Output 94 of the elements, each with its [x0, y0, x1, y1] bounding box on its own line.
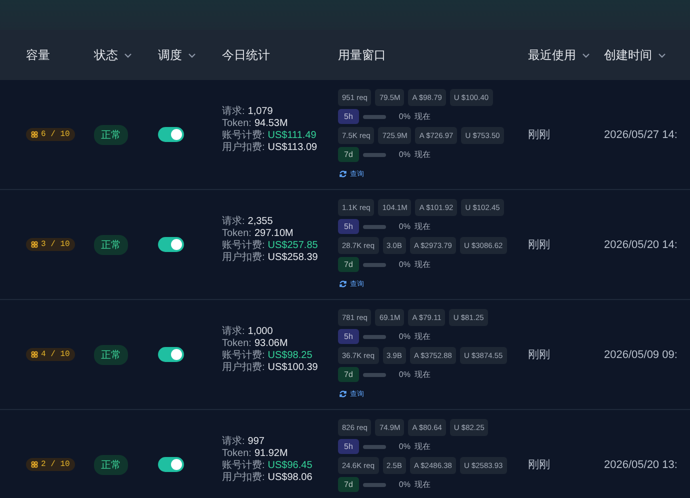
stat-value: 297.10M — [254, 228, 294, 239]
created-time: 2026/05/09 09: — [604, 348, 678, 360]
last-used: 刚刚 — [528, 458, 550, 472]
grid-icon — [31, 351, 38, 358]
grid-icon — [31, 131, 38, 138]
refresh-icon — [339, 280, 347, 288]
reset-time: 现在 — [414, 259, 430, 270]
stat-label: 账号计费: — [222, 240, 265, 251]
stat-value: 94.53M — [254, 118, 288, 129]
usage-percent: 0% — [398, 442, 410, 451]
chevron-down-icon — [188, 52, 196, 58]
window-badge: 7d — [338, 147, 359, 162]
capacity-badge: 2 / 10 — [26, 458, 75, 471]
capacity-badge: 4 / 10 — [26, 348, 75, 361]
usage-percent: 0% — [398, 150, 410, 159]
status-badge: 正常 — [94, 454, 128, 474]
window-badge: 7d — [338, 367, 359, 382]
stat-label: 账号计费: — [222, 130, 265, 141]
stat-label: 请求: — [222, 106, 245, 117]
grid-icon — [31, 461, 38, 468]
stat-value: 997 — [248, 436, 264, 447]
chevron-down-icon — [582, 52, 590, 58]
stat-value: 2,355 — [248, 216, 273, 227]
stat-value: US$113.09 — [268, 142, 318, 153]
column-header: 容量 — [26, 46, 50, 64]
column-header: 今日统计 — [222, 46, 270, 64]
stat-label: 用户扣费: — [222, 252, 265, 263]
chevron-down-icon — [658, 52, 666, 58]
usage-percent: 0% — [398, 222, 410, 231]
stat-value: US$98.06 — [268, 472, 312, 483]
stat-value: 91.92M — [254, 448, 288, 459]
column-header: 用量窗口 — [338, 46, 386, 64]
stat-value: 93.06M — [254, 338, 288, 349]
window-badge: 5h — [338, 219, 359, 234]
stat-label: 请求: — [222, 326, 245, 337]
usage-percent: 0% — [398, 480, 410, 489]
stat-value: US$100.39 — [268, 362, 318, 373]
stat-label: Token: — [222, 338, 252, 349]
window-badge: 7d — [338, 257, 359, 272]
refresh-icon — [339, 390, 347, 398]
capacity-badge: 6 / 10 — [26, 128, 75, 141]
created-time: 2026/05/20 14: — [604, 238, 678, 250]
status-badge: 正常 — [94, 344, 128, 364]
reset-time: 现在 — [414, 369, 430, 380]
status-badge: 正常 — [94, 124, 128, 144]
stat-label: Token: — [222, 118, 252, 129]
stat-value: 1,000 — [248, 326, 273, 337]
stat-label: 用户扣费: — [222, 472, 265, 483]
created-time: 2026/05/27 14: — [604, 128, 678, 140]
last-used: 刚刚 — [528, 348, 550, 362]
stat-label: Token: — [222, 448, 252, 459]
usage-percent: 0% — [398, 370, 410, 379]
reset-time: 现在 — [414, 479, 430, 490]
refresh-icon — [339, 170, 347, 178]
last-used: 刚刚 — [528, 128, 550, 142]
reset-time: 现在 — [414, 149, 430, 160]
window-badge: 5h — [338, 329, 359, 344]
last-used: 刚刚 — [528, 238, 550, 252]
stat-value: US$98.25 — [268, 350, 312, 361]
schedule-toggle[interactable] — [158, 347, 184, 362]
capacity-badge: 3 / 10 — [26, 238, 75, 251]
stat-label: 账号计费: — [222, 460, 265, 471]
stat-value: US$96.45 — [268, 460, 312, 471]
stat-label: 账号计费: — [222, 350, 265, 361]
column-header[interactable]: 创建时间 — [604, 46, 666, 64]
schedule-toggle[interactable] — [158, 237, 184, 252]
column-header[interactable]: 状态 — [94, 46, 132, 64]
stat-value: US$257.85 — [268, 240, 318, 251]
usage-percent: 0% — [398, 112, 410, 121]
reset-time: 现在 — [414, 441, 430, 452]
schedule-toggle[interactable] — [158, 457, 184, 472]
column-header[interactable]: 调度 — [158, 46, 196, 64]
reset-time: 现在 — [414, 331, 430, 342]
stat-label: 用户扣费: — [222, 142, 265, 153]
reset-time: 现在 — [414, 221, 430, 232]
stat-label: 请求: — [222, 436, 245, 447]
stat-value: US$111.49 — [268, 130, 316, 141]
reset-time: 现在 — [414, 111, 430, 122]
stat-label: Token: — [222, 228, 252, 239]
chevron-down-icon — [124, 52, 132, 58]
stat-label: 请求: — [222, 216, 245, 227]
status-badge: 正常 — [94, 234, 128, 254]
stat-label: 用户扣费: — [222, 362, 265, 373]
stat-value: 1,079 — [248, 106, 273, 117]
created-time: 2026/05/20 13: — [604, 458, 678, 470]
window-badge: 7d — [338, 477, 359, 492]
window-badge: 5h — [338, 439, 359, 454]
grid-icon — [31, 241, 38, 248]
schedule-toggle[interactable] — [158, 127, 184, 142]
usage-percent: 0% — [398, 332, 410, 341]
window-badge: 5h — [338, 109, 359, 124]
usage-percent: 0% — [398, 260, 410, 269]
stat-value: US$258.39 — [268, 252, 318, 263]
column-header[interactable]: 最近使用 — [528, 46, 590, 64]
